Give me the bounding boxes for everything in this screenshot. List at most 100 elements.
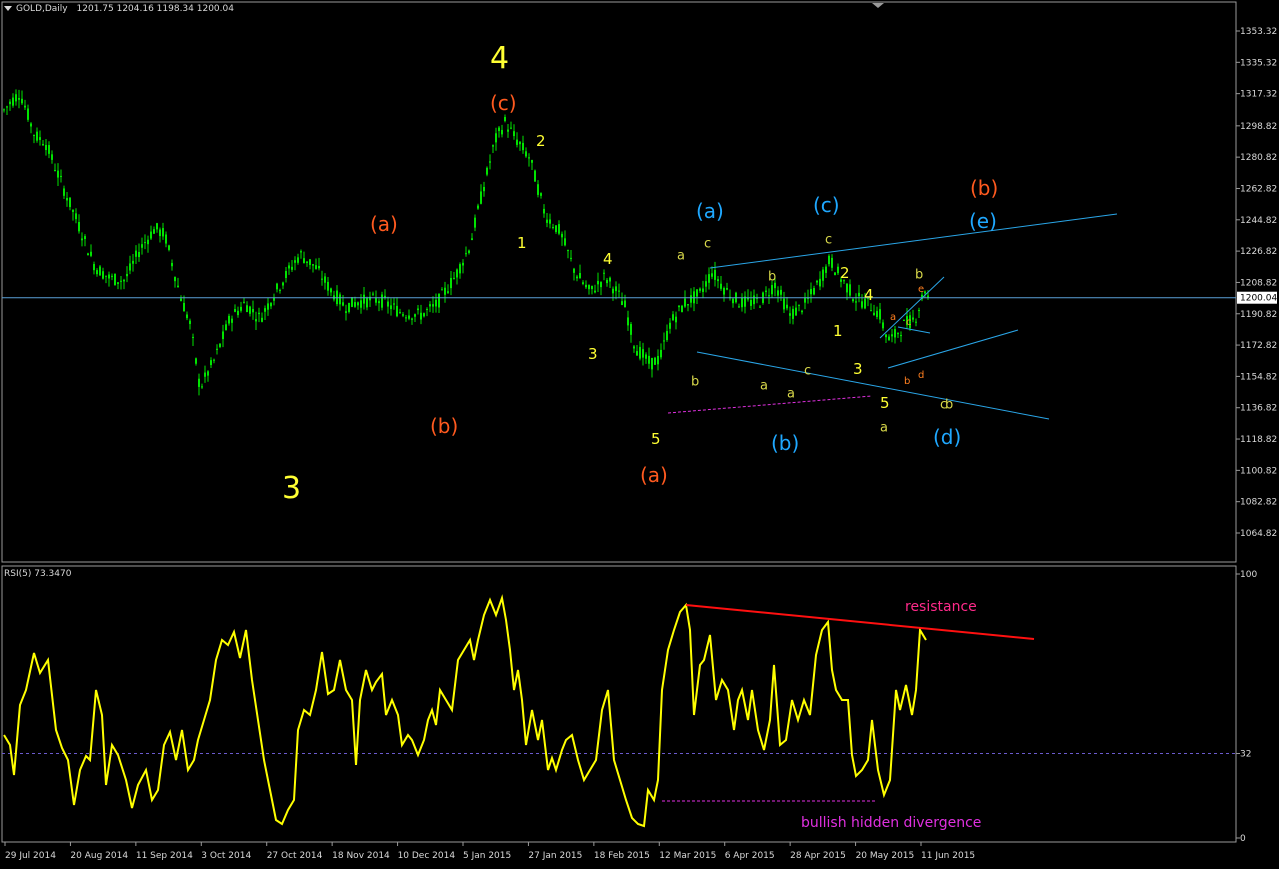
price-candle-body <box>507 129 509 132</box>
price-candle-body <box>291 266 293 270</box>
price-candle-body <box>591 285 593 290</box>
price-tick-label: 1136.82 <box>1240 404 1277 414</box>
price-candle-body <box>849 284 851 296</box>
price-candle-body <box>24 105 26 108</box>
price-candle-body <box>546 219 548 223</box>
price-candle-body <box>609 277 611 282</box>
price-candle-body <box>903 320 905 322</box>
price-candle-body <box>483 186 485 192</box>
price-tick-label: 1100.82 <box>1240 466 1277 476</box>
price-candle-body <box>738 306 740 308</box>
price-candle-body <box>450 278 452 289</box>
price-candle-body <box>681 305 683 312</box>
price-candle-body <box>720 283 722 289</box>
price-candle-body <box>861 301 863 308</box>
price-candle-body <box>111 275 113 277</box>
price-candle-body <box>753 295 755 305</box>
price-candle-body <box>804 297 806 303</box>
price-candle-body <box>558 224 560 234</box>
price-candle-body <box>18 98 20 100</box>
wave-label: b <box>691 374 699 389</box>
price-candle-body <box>135 250 137 257</box>
price-candle-body <box>21 98 23 104</box>
price-tick-label: 1082.82 <box>1240 498 1277 508</box>
price-candle-body <box>585 284 587 288</box>
price-candle-body <box>264 308 266 312</box>
wave-label: e <box>918 284 924 295</box>
price-candle-body <box>687 304 689 306</box>
price-candle-body <box>363 294 365 304</box>
price-candle-body <box>660 349 662 358</box>
price-candle-body <box>378 301 380 304</box>
price-candle-body <box>51 154 53 160</box>
price-candle-body <box>354 302 356 307</box>
price-panel-border <box>1 1 1237 563</box>
price-candle-body <box>627 317 629 326</box>
price-candle-body <box>147 239 149 245</box>
price-candle-body <box>651 357 653 370</box>
price-candle-body <box>408 315 410 319</box>
inner-lower-trendline <box>887 329 1019 369</box>
price-candle-body <box>423 313 425 317</box>
price-candle-body <box>714 270 716 280</box>
price-candle-body <box>327 281 329 291</box>
price-candle-body <box>84 236 86 239</box>
price-candle-body <box>531 159 533 163</box>
price-candle-body <box>555 225 557 232</box>
price-candle-body <box>396 305 398 317</box>
rsi-panel-border <box>1 565 1237 843</box>
price-candle-body <box>453 277 455 279</box>
price-candle-body <box>837 266 839 274</box>
price-candle-body <box>240 306 242 311</box>
price-candle-body <box>258 312 260 315</box>
price-candle-body <box>447 291 449 293</box>
wave-label: a <box>890 312 896 323</box>
price-candle-body <box>621 301 623 306</box>
price-candle-body <box>498 127 500 132</box>
price-candle-body <box>237 310 239 316</box>
price-candle-body <box>90 251 92 256</box>
price-candle-body <box>78 222 80 232</box>
wave-label: 2 <box>536 132 546 150</box>
wave-label: 4 <box>864 286 874 304</box>
price-candle-body <box>114 273 116 286</box>
price-candle-body <box>243 301 245 303</box>
price-candle-body <box>606 279 608 284</box>
price-candle-body <box>873 312 875 316</box>
price-candle-body <box>381 294 383 308</box>
x-tick-label: 27 Oct 2014 <box>267 851 323 861</box>
price-candle-body <box>96 270 98 275</box>
price-candle-body <box>894 329 896 338</box>
price-candle-body <box>36 131 38 141</box>
price-candle-body <box>825 266 827 273</box>
price-candle-body <box>3 109 5 111</box>
price-candle-body <box>819 278 821 287</box>
price-candle-body <box>489 161 491 163</box>
price-candle-body <box>303 258 305 264</box>
price-candle-body <box>339 294 341 305</box>
price-candle-body <box>426 308 428 310</box>
price-candle-body <box>504 116 506 122</box>
inner-upper-trendline <box>879 276 945 339</box>
price-candle-body <box>366 297 368 308</box>
price-candle-body <box>684 298 686 307</box>
price-candle-body <box>576 276 578 279</box>
price-candle-body <box>357 302 359 306</box>
triangle-down-icon[interactable] <box>4 6 12 11</box>
price-candle-body <box>144 242 146 244</box>
price-candle-body <box>639 346 641 359</box>
price-candle-body <box>198 378 200 387</box>
wave-label: a <box>677 248 685 263</box>
price-candle-body <box>801 310 803 313</box>
price-candle-body <box>60 175 62 177</box>
price-candle-body <box>477 205 479 209</box>
price-candle-body <box>177 285 179 288</box>
price-candle-body <box>924 291 926 294</box>
price-candle-body <box>252 308 254 313</box>
price-candle-body <box>642 349 644 358</box>
price-candle-body <box>771 285 773 295</box>
price-candle-body <box>414 314 416 317</box>
wave-label: (a) <box>640 463 668 487</box>
price-candle-body <box>156 223 158 230</box>
rsi-resistance-line <box>685 604 1035 640</box>
